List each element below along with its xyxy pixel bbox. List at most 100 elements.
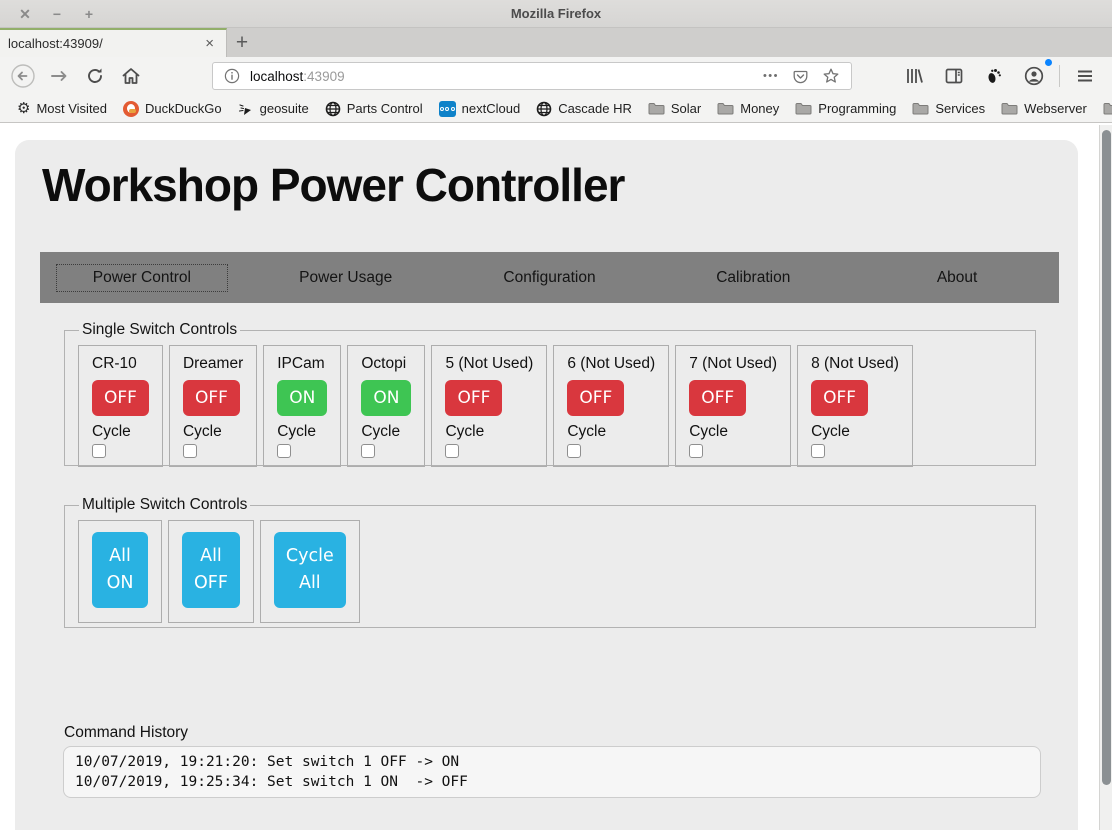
home-button[interactable] [116,61,146,91]
cycle-label: Cycle [183,423,243,441]
switch-toggle-button[interactable]: OFF [92,380,149,416]
multi-card-all-off: All OFF [168,520,254,623]
single-switch-controls-group: Single Switch Controls CR-10 OFF Cycle D… [64,321,1036,466]
cycle-label: Cycle [689,423,777,441]
cycle-checkbox[interactable] [811,444,825,458]
gnome-footprint-icon[interactable] [979,61,1009,91]
cycle-checkbox[interactable] [361,444,375,458]
switch-card-7: 7 (Not Used) OFF Cycle [675,345,791,467]
tab-bar: localhost:43909/ × + [0,28,1112,57]
window-title: Mozilla Firefox [0,6,1112,21]
tab-power-control[interactable]: Power Control [40,264,244,292]
navigation-toolbar: localhost:43909 ••• [0,57,1112,95]
switch-toggle-button[interactable]: ON [361,380,411,416]
back-button[interactable] [8,61,38,91]
switch-toggle-button[interactable]: OFF [445,380,502,416]
bookmark-folder-services[interactable]: Services [905,98,992,119]
url-bar[interactable]: localhost:43909 ••• [212,62,852,90]
bookmark-folder-tmp[interactable]: tmp [1096,98,1112,119]
bookmark-duckduckgo[interactable]: DuckDuckGo [116,98,229,120]
switch-card-cr10: CR-10 OFF Cycle [78,345,163,467]
account-icon[interactable] [1019,61,1049,91]
notification-dot [1045,59,1052,66]
window-minimize-button[interactable]: − [48,1,66,27]
switch-card-8: 8 (Not Used) OFF Cycle [797,345,913,467]
globe-icon [325,101,341,117]
page-actions-icon[interactable]: ••• [760,70,782,82]
sidebar-icon[interactable] [939,61,969,91]
cycle-label: Cycle [811,423,899,441]
bookmark-most-visited[interactable]: ⚙ Most Visited [10,98,114,119]
cycle-checkbox[interactable] [92,444,106,458]
pocket-icon[interactable] [789,68,812,85]
new-tab-button[interactable]: + [227,28,257,57]
cycle-label: Cycle [92,423,149,441]
tab-close-icon[interactable]: × [201,34,218,53]
nextcloud-icon [439,101,456,117]
cycle-checkbox[interactable] [689,444,703,458]
bookmark-folder-programming[interactable]: Programming [788,98,903,119]
bookmarks-toolbar: ⚙ Most Visited DuckDuckGo geosuite Parts… [0,95,1112,123]
single-switch-legend: Single Switch Controls [79,321,240,339]
multiple-switch-controls-group: Multiple Switch Controls All ON All OFF … [64,496,1036,628]
switch-card-6: 6 (Not Used) OFF Cycle [553,345,669,467]
bookmark-geosuite[interactable]: geosuite [231,98,316,120]
library-icon[interactable] [899,61,929,91]
bookmark-star-icon[interactable] [819,67,843,85]
tab-power-usage[interactable]: Power Usage [244,269,448,287]
switch-toggle-button[interactable]: ON [277,380,327,416]
tab-about[interactable]: About [855,269,1059,287]
switch-card-5: 5 (Not Used) OFF Cycle [431,345,547,467]
switch-name: 6 (Not Used) [567,355,655,373]
all-off-button[interactable]: All OFF [182,532,240,608]
switch-toggle-button[interactable]: OFF [567,380,624,416]
switch-name: 8 (Not Used) [811,355,899,373]
command-history-title: Command History [64,724,188,742]
switch-name: Octopi [361,355,411,373]
switch-toggle-button[interactable]: OFF [183,380,240,416]
cycle-checkbox[interactable] [445,444,459,458]
switch-name: Dreamer [183,355,243,373]
cycle-label: Cycle [277,423,327,441]
history-entry: 10/07/2019, 19:25:34: Set switch 1 ON ->… [75,772,1029,792]
tab-title: localhost:43909/ [8,36,195,51]
cycle-checkbox[interactable] [567,444,581,458]
bookmark-parts-control[interactable]: Parts Control [318,98,430,120]
page-scrollbar[interactable] [1099,125,1112,830]
switch-name: IPCam [277,355,327,373]
switch-toggle-button[interactable]: OFF [811,380,868,416]
tab-calibration[interactable]: Calibration [651,269,855,287]
page-viewport: Workshop Power Controller Power Control … [0,125,1112,830]
folder-icon [648,102,665,116]
cycle-label: Cycle [445,423,533,441]
multi-card-cycle-all: Cycle All [260,520,360,623]
cycle-checkbox[interactable] [277,444,291,458]
cycle-checkbox[interactable] [183,444,197,458]
window-close-button[interactable]: ✕ [16,1,34,27]
bookmark-folder-webserver[interactable]: Webserver [994,98,1094,119]
window-maximize-button[interactable]: + [80,1,98,27]
window-titlebar: ✕ − + Mozilla Firefox [0,0,1112,28]
switch-name: CR-10 [92,355,149,373]
site-info-icon[interactable] [221,68,243,84]
menu-hamburger-icon[interactable] [1070,61,1100,91]
all-on-button[interactable]: All ON [92,532,148,608]
cycle-label: Cycle [361,423,411,441]
switch-toggle-button[interactable]: OFF [689,380,746,416]
duckduckgo-icon [123,101,139,117]
reload-button[interactable] [80,61,110,91]
gear-icon: ⚙ [17,101,30,116]
folder-icon [1103,102,1112,116]
bookmark-nextcloud[interactable]: nextCloud [432,98,528,120]
bookmark-cascade-hr[interactable]: Cascade HR [529,98,639,120]
browser-tab[interactable]: localhost:43909/ × [0,28,227,57]
switch-name: 5 (Not Used) [445,355,533,373]
bookmark-folder-money[interactable]: Money [710,98,786,119]
tab-configuration[interactable]: Configuration [448,269,652,287]
command-history-log: 10/07/2019, 19:21:20: Set switch 1 OFF -… [63,746,1041,798]
folder-icon [795,102,812,116]
forward-button[interactable] [44,61,74,91]
scrollbar-thumb[interactable] [1102,130,1111,785]
cycle-all-button[interactable]: Cycle All [274,532,346,608]
bookmark-folder-solar[interactable]: Solar [641,98,708,119]
